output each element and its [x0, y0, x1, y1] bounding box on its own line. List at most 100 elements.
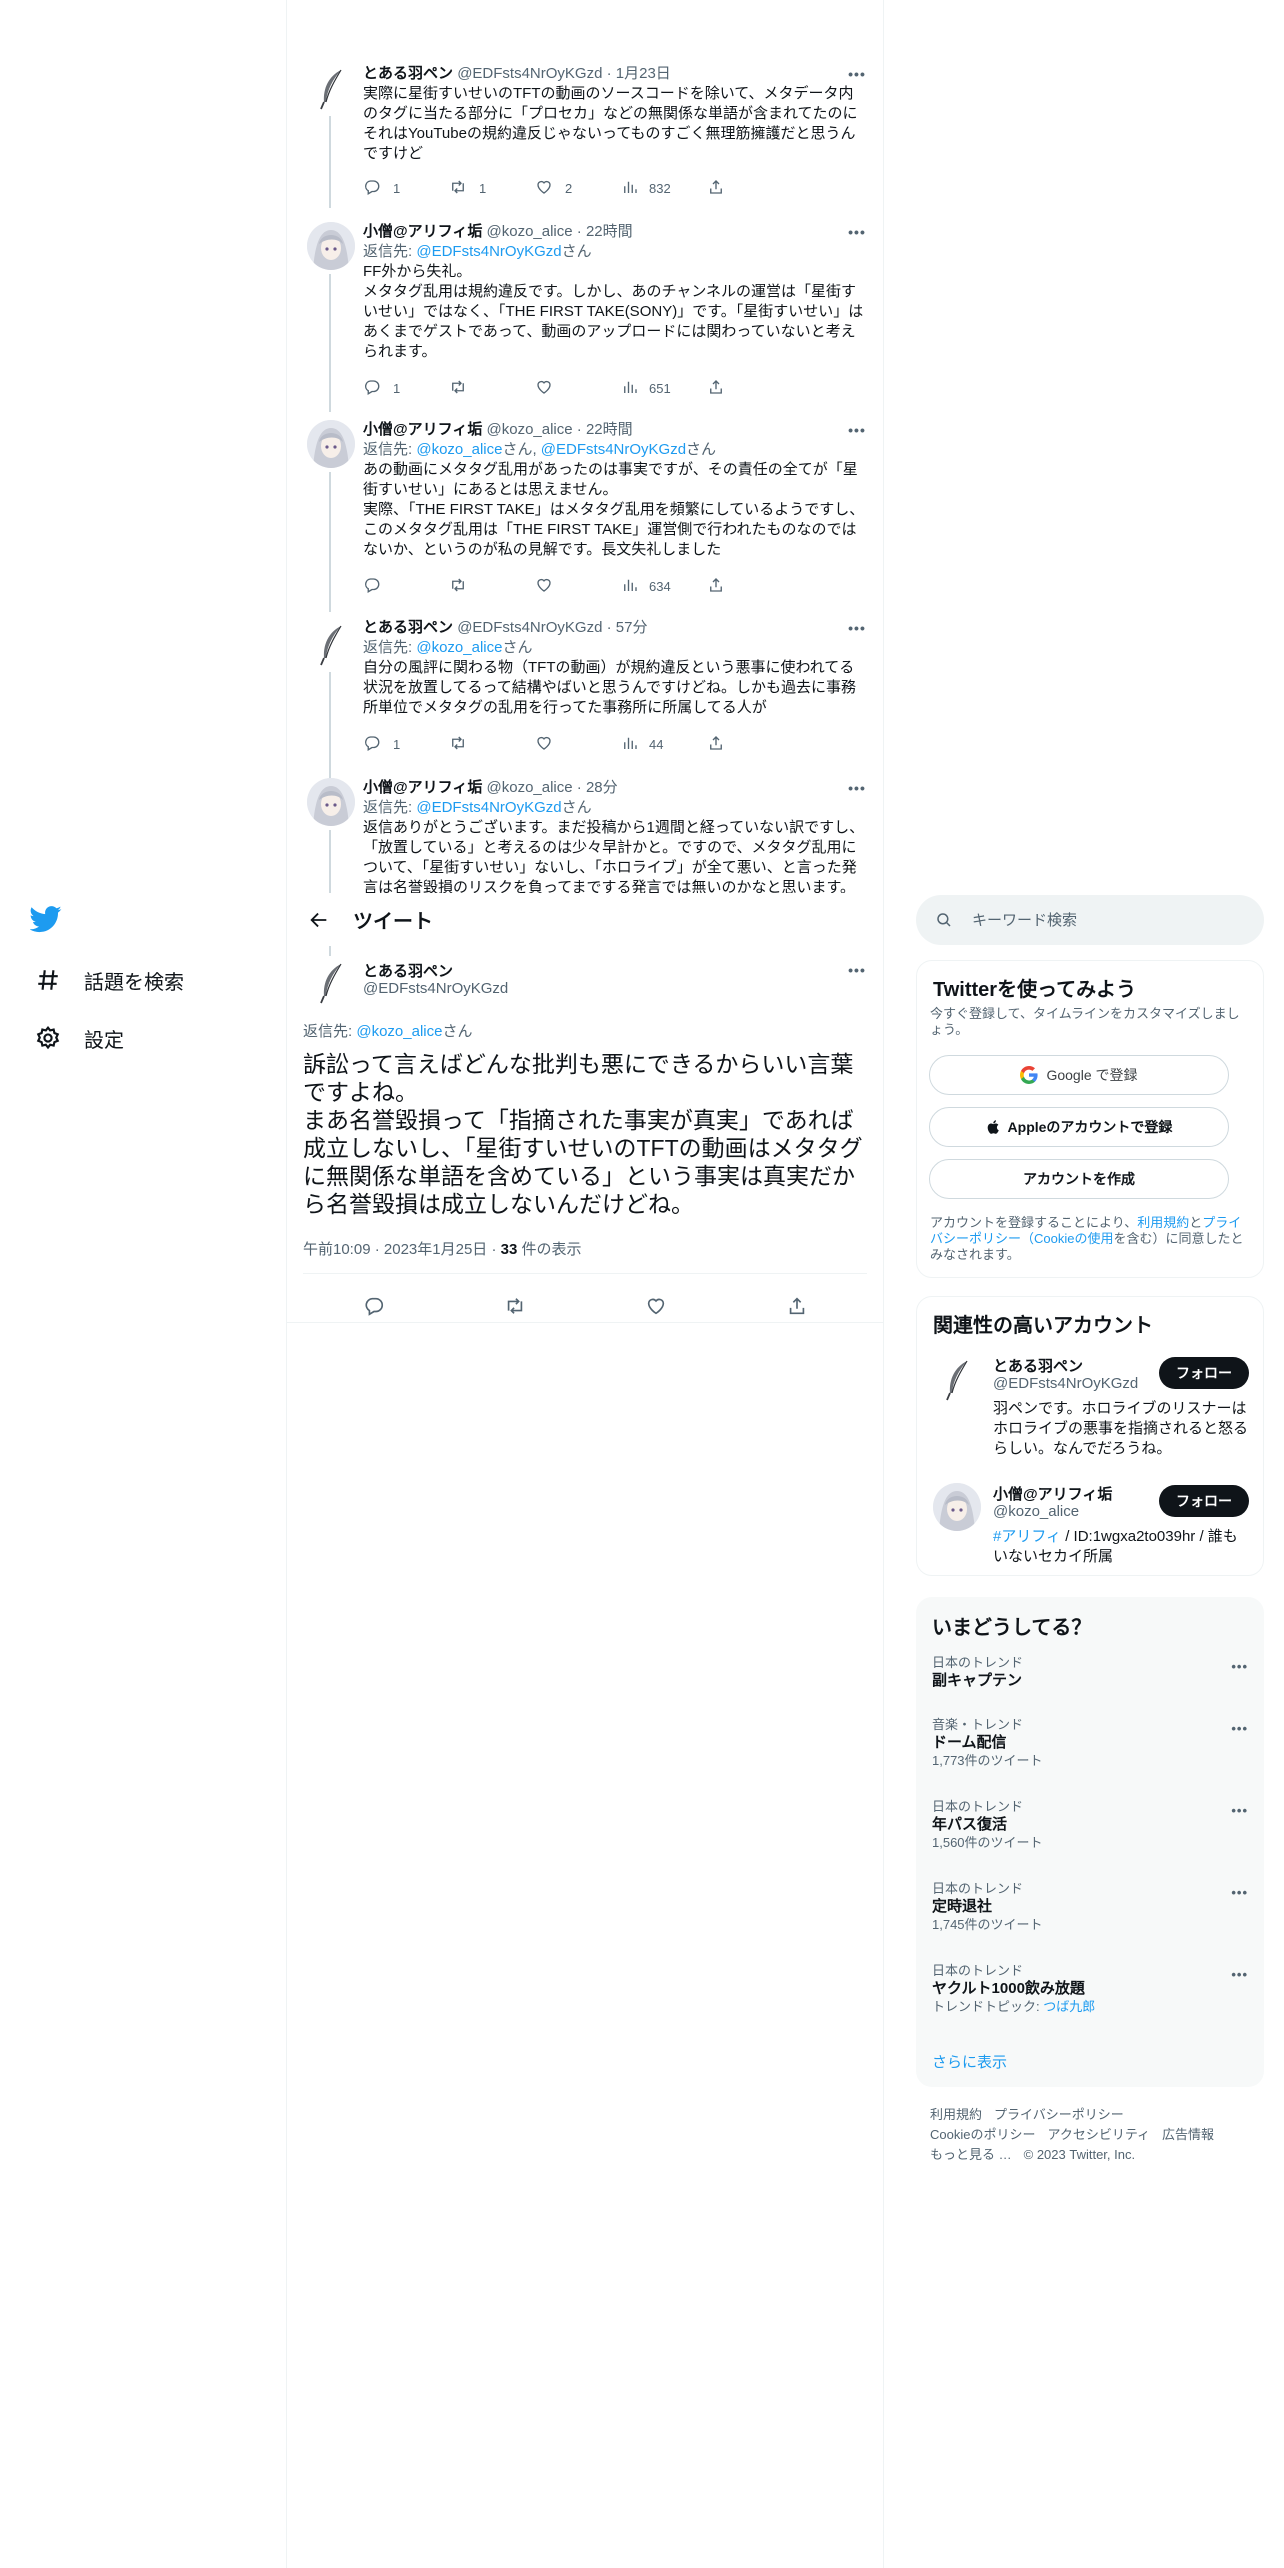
show-more-link[interactable]: さらに表示 — [932, 2051, 1007, 2072]
related-user[interactable]: 小僧@アリフィ垢 @kozo_alice フォロー #アリフィ / ID:1wg… — [933, 1483, 1249, 1573]
retweet-button[interactable]: 1 — [449, 178, 535, 198]
avatar[interactable] — [307, 620, 355, 668]
more-icon[interactable]: ••• — [1231, 1967, 1248, 1982]
footer-more-link[interactable]: もっと見る … — [930, 2147, 1012, 2162]
twitter-logo-icon[interactable] — [29, 903, 70, 943]
author-handle[interactable]: @EDFsts4NrOyKGzd — [363, 980, 508, 997]
search-box[interactable] — [916, 895, 1264, 945]
author-name[interactable]: 小僧@アリフィ垢 — [363, 421, 482, 438]
trend-item[interactable]: 日本のトレンド ヤクルト1000飲み放題 トレンドトピック: つば九郎 ••• — [932, 1963, 1248, 2015]
views-button[interactable]: 651 — [621, 378, 707, 398]
author-name[interactable]: とある羽ペン — [363, 65, 453, 82]
author-name[interactable]: とある羽ペン — [363, 619, 453, 636]
avatar[interactable] — [307, 64, 355, 112]
author-handle[interactable]: @EDFsts4NrOyKGzd — [457, 65, 602, 82]
mention-link[interactable]: @EDFsts4NrOyKGzd — [541, 441, 686, 458]
related-user-handle[interactable]: @EDFsts4NrOyKGzd — [993, 1375, 1138, 1392]
share-button[interactable] — [707, 378, 793, 398]
tweet-date[interactable]: 2023年1月25日 — [384, 1241, 487, 1258]
avatar[interactable] — [307, 222, 355, 270]
share-icon[interactable] — [779, 1288, 815, 1324]
mention-link[interactable]: @EDFsts4NrOyKGzd — [416, 243, 561, 260]
trend-item[interactable]: 音楽・トレンド ドーム配信 1,773件のツイート ••• — [932, 1717, 1248, 1769]
related-user-name[interactable]: とある羽ペン — [993, 1355, 1083, 1376]
more-icon[interactable]: ••• — [847, 960, 867, 980]
follow-button[interactable]: フォロー — [1159, 1485, 1249, 1517]
avatar[interactable] — [933, 1483, 981, 1531]
more-icon[interactable]: ••• — [847, 778, 867, 798]
tweet-time[interactable]: 午前10:09 — [303, 1241, 371, 1258]
retweet-button[interactable] — [449, 378, 535, 398]
hashtag-link[interactable]: #アリフィ — [993, 1528, 1061, 1545]
trend-item[interactable]: 日本のトレンド 副キャプテン ••• — [932, 1655, 1248, 1691]
footer-accessibility-link[interactable]: アクセシビリティ — [1047, 2127, 1150, 2142]
author-handle[interactable]: @kozo_alice — [487, 223, 573, 240]
trend-topic-link[interactable]: つば九郎 — [1043, 1999, 1095, 2014]
tweet-time[interactable]: 22時間 — [586, 223, 633, 240]
nav-explore[interactable]: 話題を検索 — [34, 960, 184, 1000]
footer-cookie-link[interactable]: Cookieのポリシー — [930, 2127, 1035, 2142]
footer-terms-link[interactable]: 利用規約 — [930, 2107, 982, 2122]
more-icon[interactable]: ••• — [847, 420, 867, 440]
thread-tweet[interactable]: とある羽ペン @EDFsts4NrOyKGzd · 1月23日 実際に星街すいせ… — [287, 62, 883, 208]
create-account-button[interactable]: アカウントを作成 — [929, 1159, 1229, 1199]
mention-link[interactable]: @EDFsts4NrOyKGzd — [416, 799, 561, 816]
retweet-icon[interactable] — [497, 1288, 533, 1324]
thread-tweet[interactable]: 小僧@アリフィ垢 @kozo_alice · 28分 返信先: @EDFsts4… — [287, 778, 883, 893]
apple-signup-button[interactable]: Appleのアカウントで登録 — [929, 1107, 1229, 1147]
mention-link[interactable]: @kozo_alice — [416, 639, 502, 656]
more-icon[interactable]: ••• — [1231, 1885, 1248, 1900]
share-button[interactable] — [707, 734, 793, 754]
more-icon[interactable]: ••• — [1231, 1721, 1248, 1736]
views-button[interactable]: 634 — [621, 576, 707, 596]
author-handle[interactable]: @kozo_alice — [487, 421, 573, 438]
author-handle[interactable]: @EDFsts4NrOyKGzd — [457, 619, 602, 636]
retweet-button[interactable] — [449, 576, 535, 596]
tweet-time[interactable]: 57分 — [616, 619, 648, 636]
footer-ads-link[interactable]: 広告情報 — [1162, 2127, 1214, 2142]
avatar[interactable] — [307, 420, 355, 468]
like-button[interactable]: 2 — [535, 178, 621, 198]
related-user-handle[interactable]: @kozo_alice — [993, 1503, 1079, 1520]
like-button[interactable] — [535, 378, 621, 398]
trend-item[interactable]: 日本のトレンド 年パス復活 1,560件のツイート ••• — [932, 1799, 1248, 1851]
mention-link[interactable]: @kozo_alice — [356, 1023, 442, 1040]
related-user-name[interactable]: 小僧@アリフィ垢 — [993, 1483, 1112, 1504]
mention-link[interactable]: @kozo_alice — [416, 441, 502, 458]
more-icon[interactable]: ••• — [1231, 1659, 1248, 1674]
reply-button[interactable] — [363, 576, 449, 596]
reply-button[interactable]: 1 — [363, 378, 449, 398]
views-button[interactable]: 832 — [621, 178, 707, 198]
views-button[interactable]: 44 — [621, 734, 707, 754]
like-button[interactable] — [535, 576, 621, 596]
reply-icon[interactable] — [356, 1288, 392, 1324]
more-icon[interactable]: ••• — [847, 618, 867, 638]
thread-tweet[interactable]: 小僧@アリフィ垢 @kozo_alice · 22時間 返信先: @EDFsts… — [287, 222, 883, 412]
author-handle[interactable]: @kozo_alice — [487, 779, 573, 796]
more-icon[interactable]: ••• — [847, 222, 867, 242]
like-button[interactable] — [535, 734, 621, 754]
terms-link[interactable]: 利用規約 — [1137, 1215, 1189, 1230]
reply-button[interactable]: 1 — [363, 734, 449, 754]
more-icon[interactable]: ••• — [1231, 1803, 1248, 1818]
google-signup-button[interactable]: Google で登録 — [929, 1055, 1229, 1095]
share-button[interactable] — [707, 178, 793, 198]
tweet-time[interactable]: 1月23日 — [616, 65, 671, 82]
nav-settings[interactable]: 設定 — [34, 1018, 124, 1058]
author-name[interactable]: 小僧@アリフィ垢 — [363, 779, 482, 796]
share-button[interactable] — [707, 576, 793, 596]
retweet-button[interactable] — [449, 734, 535, 754]
avatar[interactable] — [933, 1355, 981, 1403]
back-arrow-icon[interactable] — [301, 902, 337, 938]
tweet-time[interactable]: 28分 — [586, 779, 618, 796]
more-icon[interactable]: ••• — [847, 64, 867, 84]
like-icon[interactable] — [638, 1288, 674, 1324]
author-name[interactable]: とある羽ペン — [363, 960, 453, 981]
author-name[interactable]: 小僧@アリフィ垢 — [363, 223, 482, 240]
footer-privacy-link[interactable]: プライバシーポリシー — [994, 2107, 1124, 2122]
thread-tweet[interactable]: とある羽ペン @EDFsts4NrOyKGzd · 57分 返信先: @kozo… — [287, 618, 883, 782]
search-input[interactable] — [972, 911, 1252, 929]
avatar[interactable] — [307, 958, 355, 1006]
follow-button[interactable]: フォロー — [1159, 1357, 1249, 1389]
tweet-time[interactable]: 22時間 — [586, 421, 633, 438]
